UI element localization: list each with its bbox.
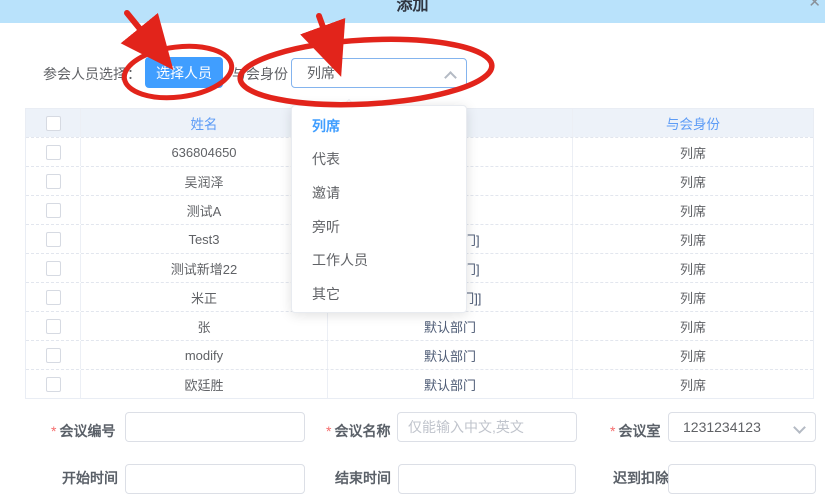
cell-identity: 列席 [573, 138, 813, 166]
late-deduct-input[interactable] [668, 464, 816, 494]
cell-identity: 列席 [573, 312, 813, 340]
row-checkbox[interactable] [46, 232, 61, 247]
cell-name: 欧廷胜 [81, 370, 328, 398]
identity-select-value: 列席 [292, 63, 335, 83]
dropdown-option[interactable]: 旁听 [292, 210, 466, 244]
cell-name: 张 [81, 312, 328, 340]
meeting-room-value: 1231234123 [669, 419, 761, 435]
identity-dropdown-panel: 列席代表邀请旁听工作人员其它 [291, 105, 467, 313]
cell-dept: 默认部门 [328, 341, 573, 369]
column-header-identity: 与会身份 [573, 109, 813, 137]
dialog-titlebar: 添加 ✕ [0, 0, 825, 23]
select-all-checkbox[interactable] [46, 116, 61, 131]
dropdown-option[interactable]: 邀请 [292, 176, 466, 210]
start-time-label: 开始时间 [62, 468, 118, 488]
row-checkbox[interactable] [46, 377, 61, 392]
chevron-up-icon [446, 71, 454, 79]
required-mark: * [326, 423, 331, 439]
meeting-name-field-wrap [397, 412, 577, 442]
cell-dept: 默认部门 [328, 370, 573, 398]
late-deduct-field-wrap [668, 464, 816, 494]
dropdown-option[interactable]: 代表 [292, 143, 466, 177]
dropdown-option[interactable]: 列席 [292, 109, 466, 143]
row-checkbox[interactable] [46, 290, 61, 305]
required-mark: * [610, 423, 615, 439]
row-checkbox[interactable] [46, 348, 61, 363]
cell-identity: 列席 [573, 370, 813, 398]
cell-dept: 默认部门 [328, 312, 573, 340]
meeting-name-label-group: *会议名称 [326, 421, 390, 441]
row-checkbox[interactable] [46, 261, 61, 276]
participant-select-label: 参会人员选择： [43, 64, 141, 84]
table-row: 欧廷胜默认部门列席 [26, 369, 813, 398]
cell-identity: 列席 [573, 225, 813, 253]
table-row: modify默认部门列席 [26, 340, 813, 369]
end-time-input[interactable] [398, 464, 576, 494]
meeting-no-label-group: *会议编号 [51, 421, 115, 441]
cell-identity: 列席 [573, 196, 813, 224]
meeting-name-input[interactable] [397, 412, 577, 442]
dropdown-option[interactable]: 工作人员 [292, 243, 466, 277]
meeting-no-field-wrap [125, 412, 305, 442]
meeting-no-input[interactable] [125, 412, 305, 442]
select-person-button[interactable]: 选择人员 [145, 57, 223, 88]
cell-name: modify [81, 341, 328, 369]
identity-label: 与会身份 [232, 64, 288, 84]
cell-identity: 列席 [573, 254, 813, 282]
dialog-title: 添加 [0, 0, 825, 15]
table-row: 张默认部门列席 [26, 311, 813, 340]
end-time-label: 结束时间 [335, 468, 391, 488]
start-time-input[interactable] [125, 464, 305, 494]
close-icon[interactable]: ✕ [808, 0, 821, 11]
required-mark: * [51, 423, 56, 439]
cell-identity: 列席 [573, 283, 813, 311]
row-checkbox[interactable] [46, 203, 61, 218]
start-time-field-wrap [125, 464, 305, 494]
cell-identity: 列席 [573, 167, 813, 195]
end-time-field-wrap [398, 464, 576, 494]
meeting-room-select[interactable]: 1231234123 [668, 412, 816, 442]
dropdown-option[interactable]: 其它 [292, 277, 466, 311]
late-deduct-label: 迟到扣除 [613, 468, 669, 488]
row-checkbox[interactable] [46, 145, 61, 160]
identity-select[interactable]: 列席 [291, 58, 467, 88]
row-checkbox[interactable] [46, 174, 61, 189]
meeting-room-label-group: *会议室 [610, 421, 660, 441]
chevron-down-icon [795, 425, 803, 433]
row-checkbox[interactable] [46, 319, 61, 334]
cell-identity: 列席 [573, 341, 813, 369]
